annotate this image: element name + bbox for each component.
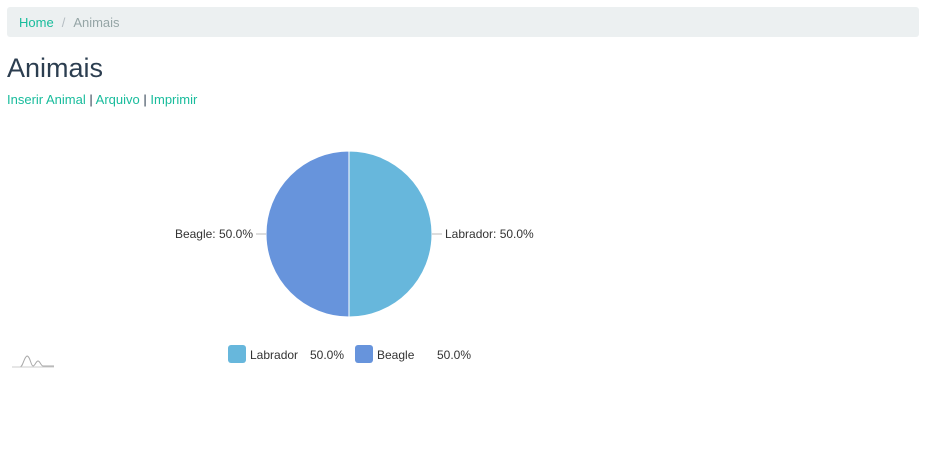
legend-label: Beagle — [377, 348, 415, 362]
legend-value: 50.0% — [437, 348, 471, 362]
action-links: Inserir Animal | Arquivo | Imprimir — [7, 92, 197, 107]
slice-label-beagle: Beagle: 50.0% — [175, 227, 253, 241]
chart-watermark-icon — [12, 355, 54, 368]
chart-legend: Labrador 50.0% Beagle 50.0% — [228, 345, 471, 363]
breadcrumb-current: Animais — [73, 14, 120, 30]
legend-item-beagle[interactable]: Beagle 50.0% — [355, 345, 471, 363]
archive-link[interactable]: Arquivo — [96, 92, 140, 107]
breadcrumb-separator: / — [61, 14, 66, 30]
legend-value: 50.0% — [310, 348, 344, 362]
legend-item-labrador[interactable]: Labrador 50.0% — [228, 345, 344, 363]
legend-swatch — [355, 345, 373, 363]
pie-slice-labrador[interactable] — [348, 150, 433, 318]
breadcrumb: Home / Animais — [7, 7, 919, 37]
pie-slices — [265, 150, 433, 318]
insert-animal-link[interactable]: Inserir Animal — [7, 92, 86, 107]
page-title: Animais — [7, 53, 104, 83]
breadcrumb-home-link[interactable]: Home — [19, 15, 54, 30]
legend-label: Labrador — [250, 348, 298, 362]
legend-swatch — [228, 345, 246, 363]
pie-chart: Labrador: 50.0% Beagle: 50.0% Labrador 50.… — [12, 150, 534, 368]
action-separator: | — [143, 92, 147, 107]
slice-label-labrador: Labrador: 50.0% — [445, 227, 534, 241]
action-separator: | — [89, 92, 93, 107]
pie-slice-beagle[interactable] — [265, 150, 350, 318]
print-link[interactable]: Imprimir — [150, 92, 197, 107]
